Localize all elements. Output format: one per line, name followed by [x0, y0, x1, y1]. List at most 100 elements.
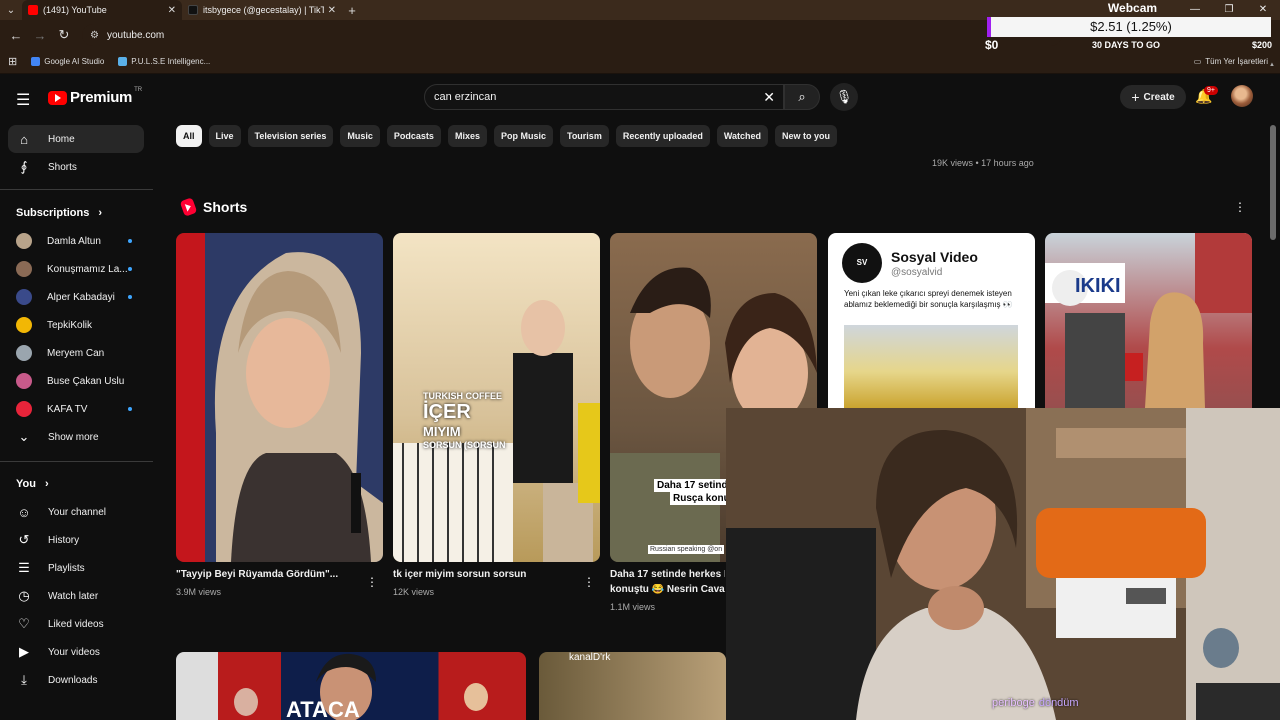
- sidebar-item-watch-later[interactable]: ◷ Watch later: [8, 582, 144, 610]
- sidebar-item-subscription[interactable]: Damla Altun: [8, 227, 144, 255]
- chip-tourism[interactable]: Tourism: [559, 125, 609, 147]
- sidebar-item-liked-videos[interactable]: ♡ Liked videos: [8, 610, 144, 638]
- close-tab-icon[interactable]: ✕: [328, 5, 336, 16]
- sidebar-divider: [0, 189, 153, 190]
- search-button[interactable]: ⌕: [784, 84, 820, 110]
- sidebar-item-downloads[interactable]: ⤓ Downloads: [8, 666, 144, 694]
- sidebar-item-subscription[interactable]: Meryem Can: [8, 339, 144, 367]
- chip-watched[interactable]: Watched: [716, 125, 769, 147]
- youtube-premium-logo[interactable]: Premium TR: [48, 86, 143, 106]
- short-views: 1.1M views: [610, 602, 656, 612]
- sidebar-item-history[interactable]: ↺ History: [8, 526, 144, 554]
- sidebar-item-subscription[interactable]: KAFA TV: [8, 395, 144, 423]
- sidebar-item-your-videos[interactable]: ▶ Your videos: [8, 638, 144, 666]
- new-content-dot: [128, 267, 132, 271]
- new-tab-button[interactable]: +: [342, 3, 362, 18]
- chip-new-to-you[interactable]: New to you: [775, 125, 838, 147]
- overlay-title: Webcam: [1107, 1, 1158, 15]
- sidebar-item-label: Playlists: [48, 562, 85, 574]
- short-card[interactable]: [176, 233, 383, 562]
- chip-music[interactable]: Music: [340, 125, 380, 147]
- notifications-badge: 9+: [1204, 86, 1218, 95]
- url-field[interactable]: ⚙ youtube.com: [82, 24, 1062, 46]
- video-thumbnail[interactable]: kanalD'rk: [539, 652, 726, 720]
- playlists-icon: ☰: [18, 560, 30, 575]
- chip-podcasts[interactable]: Podcasts: [386, 125, 441, 147]
- short-card[interactable]: TURKISH COFFEE İÇER MIYIM SORSUN (SORSUN: [393, 233, 600, 562]
- clear-search-icon[interactable]: ✕: [763, 89, 775, 106]
- search-input[interactable]: can erzincan ✕: [424, 84, 784, 110]
- chip-live[interactable]: Live: [208, 125, 241, 147]
- download-icon: ⤓: [21, 672, 27, 687]
- search-icon: ⌕: [798, 89, 806, 104]
- subscriptions-heading[interactable]: Subscriptions ›: [16, 207, 102, 219]
- all-bookmarks-button[interactable]: ▭ Tüm Yer İşaretleri: [1194, 57, 1268, 66]
- brand-name: Premium: [70, 89, 133, 106]
- short-views: 12K views: [393, 587, 435, 597]
- sidebar-item-subscription[interactable]: TepkiKolik: [8, 311, 144, 339]
- plus-icon: +: [1131, 89, 1140, 105]
- sidebar-item-shorts[interactable]: ∮ Shorts: [8, 153, 144, 181]
- short-more-icon[interactable]: ⋮: [583, 575, 595, 589]
- chip-mixes[interactable]: Mixes: [447, 125, 487, 147]
- sidebar-item-playlists[interactable]: ☰ Playlists: [8, 554, 144, 582]
- video-thumbnail[interactable]: ATACA: [176, 652, 526, 720]
- bookmark-item[interactable]: Google AI Studio: [31, 57, 104, 66]
- shelf-more-icon[interactable]: ⋮: [1234, 200, 1246, 214]
- sidebar-item-subscription[interactable]: Alper Kabadayi: [8, 283, 144, 311]
- shorts-shelf-header: Shorts: [179, 197, 247, 217]
- caption-part-a: periboge: [992, 697, 1035, 709]
- page-scrollbar[interactable]: [1270, 125, 1276, 240]
- tab-youtube[interactable]: (1491) YouTube ✕: [22, 0, 182, 20]
- new-content-dot: [128, 295, 132, 299]
- chip-television-series[interactable]: Television series: [247, 125, 334, 147]
- chip-pop-music[interactable]: Pop Music: [493, 125, 553, 147]
- show-more-button[interactable]: ⌄ Show more: [8, 423, 144, 451]
- tab-tiktok[interactable]: itsbygece (@gecestalay) | TikTok ✕: [182, 0, 342, 20]
- sidebar-item-label: Shorts: [48, 161, 77, 173]
- sidebar-item-label: Home: [48, 133, 75, 145]
- hamburger-menu-icon[interactable]: ☰: [16, 90, 30, 110]
- sidebar-item-subscription[interactable]: Buse Çakan Uslu: [8, 367, 144, 395]
- channel-avatar: SV: [842, 243, 882, 283]
- chip-all[interactable]: All: [176, 125, 202, 147]
- voice-search-button[interactable]: 🎙: [830, 83, 858, 111]
- short-overlay-text: Rusça konu: [670, 492, 733, 505]
- channel-avatar: [16, 317, 32, 333]
- channel-avatar: [16, 345, 32, 361]
- channel-avatar: [16, 233, 32, 249]
- reload-button[interactable]: ↻: [52, 27, 76, 43]
- user-icon: ☺: [17, 504, 31, 520]
- card-channel-name: Sosyal Video: [891, 249, 978, 265]
- bookmark-item[interactable]: P.U.L.S.E Intelligenc...: [118, 57, 210, 66]
- tab-title: itsbygece (@gecestalay) | TikTok: [203, 5, 324, 15]
- apps-grid-icon[interactable]: ⊞: [8, 55, 17, 68]
- filter-chips-bar: All Live Television series Music Podcast…: [176, 125, 844, 147]
- create-button[interactable]: + Create: [1120, 85, 1186, 109]
- back-button[interactable]: ←: [4, 28, 28, 43]
- you-heading[interactable]: You ›: [16, 478, 49, 490]
- channel-avatar: [16, 401, 32, 417]
- scroll-up-icon[interactable]: ▲: [1269, 62, 1275, 68]
- goal-progress-bar: $2.51 (1.25%): [987, 17, 1271, 37]
- sidebar-item-your-channel[interactable]: ☺ Your channel: [8, 498, 144, 526]
- region-code: TR: [134, 86, 143, 93]
- close-tab-icon[interactable]: ✕: [168, 5, 176, 16]
- sidebar-item-label: History: [48, 534, 80, 546]
- short-thumbnail: [1045, 233, 1252, 408]
- tab-search-icon[interactable]: ⌄: [0, 0, 22, 20]
- short-title[interactable]: Daha 17 setinde herkes Rusça: [610, 569, 725, 580]
- chip-recently-uploaded[interactable]: Recently uploaded: [615, 125, 710, 147]
- caption-part-b: döndüm: [1038, 697, 1079, 709]
- card-text: Yeni çıkan leke çıkarıcı spreyi denemek …: [844, 289, 1013, 309]
- short-title[interactable]: tk içer miyim sorsun sorsun: [393, 569, 568, 580]
- sidebar-item-subscription[interactable]: Konuşmamız La...: [8, 255, 144, 283]
- forward-button[interactable]: →: [28, 28, 52, 43]
- short-more-icon[interactable]: ⋮: [366, 575, 378, 589]
- account-avatar[interactable]: [1231, 85, 1253, 107]
- goal-high: $200: [1251, 40, 1272, 50]
- short-title[interactable]: "Tayyip Beyi Rüyamda Gördüm"...: [176, 569, 346, 580]
- sidebar-item-home[interactable]: ⌂ Home: [8, 125, 144, 153]
- site-info-icon[interactable]: ⚙: [90, 30, 99, 41]
- home-icon: ⌂: [20, 131, 28, 147]
